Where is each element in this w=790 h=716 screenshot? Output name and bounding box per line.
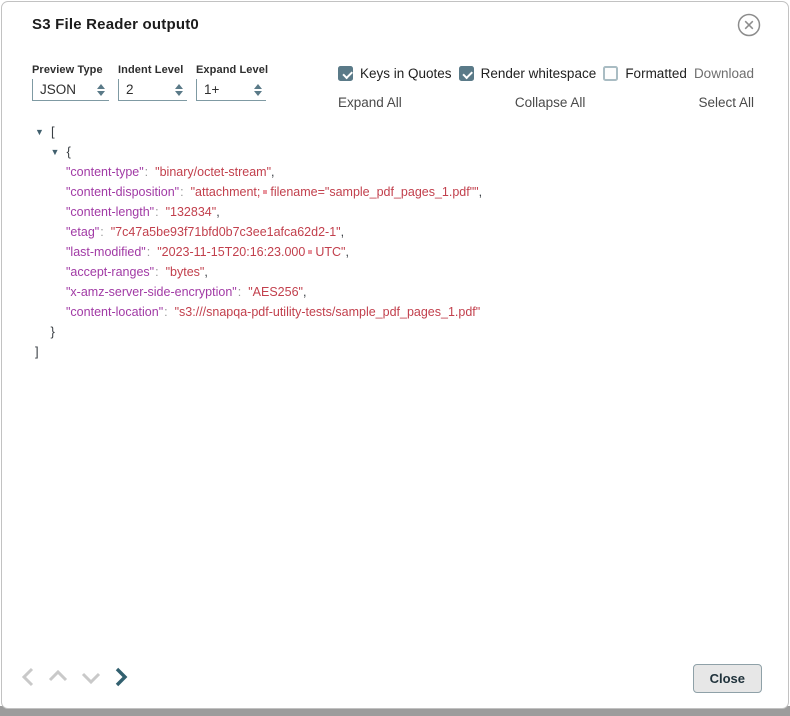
circled-x-icon <box>737 13 761 37</box>
json-value: "binary/octet-stream" <box>155 165 272 179</box>
keys-in-quotes-checkbox[interactable] <box>338 65 353 81</box>
json-colon: : <box>144 165 149 179</box>
preview-type-label: Preview Type <box>32 64 103 76</box>
chevron-up-icon <box>48 669 68 682</box>
render-whitespace-checkbox[interactable] <box>458 65 474 81</box>
close-button[interactable]: Close <box>692 664 762 693</box>
json-comma: , <box>271 165 275 179</box>
json-colon: : <box>100 225 104 239</box>
spinner-arrows-icon[interactable] <box>254 83 262 96</box>
json-key: "x-amz-server-side-encryption" <box>66 285 237 299</box>
collapse-all-link[interactable]: Collapse All <box>515 95 586 110</box>
json-comma: , <box>345 245 349 259</box>
preview-controls: Preview Type JSON Indent Level 2 Expand … <box>32 64 268 101</box>
json-line: "content-type": "binary/octet-stream", <box>2 162 782 182</box>
json-bracket: [ <box>51 124 55 139</box>
expand-toggle-icon[interactable]: ▼ <box>51 142 67 162</box>
json-line: ▼[ <box>2 122 782 142</box>
json-key: "etag" <box>66 225 100 239</box>
json-line: ] <box>2 342 782 362</box>
json-key: "content-disposition" <box>66 185 180 199</box>
download-link[interactable]: Download <box>694 66 754 81</box>
options-panel: Keys in Quotes Render whitespace Formatt… <box>338 64 754 110</box>
formatted-label: Formatted <box>625 65 687 81</box>
spinner-arrows-icon[interactable] <box>175 83 183 96</box>
json-line: "accept-ranges": "bytes", <box>2 262 782 282</box>
json-line: "x-amz-server-side-encryption": "AES256", <box>2 282 782 302</box>
expand-level-group: Expand Level 1+ <box>196 64 268 101</box>
json-key: "accept-ranges" <box>66 265 155 279</box>
expand-level-value: 1+ <box>204 82 220 97</box>
spinner-arrows-icon[interactable] <box>97 83 105 96</box>
json-tree: ▼[▼{"content-type": "binary/octet-stream"… <box>2 122 782 362</box>
preview-type-select[interactable]: JSON <box>32 79 109 101</box>
json-value: "s3:///snapqa-pdf-utility-tests/sample_p… <box>174 305 481 319</box>
json-key: "last-modified" <box>66 245 146 259</box>
json-value: "132834" <box>165 205 217 219</box>
json-value: "2023-11-15T20:16:23.000 UTC" <box>157 245 346 259</box>
close-icon[interactable] <box>736 12 762 38</box>
json-line: } <box>2 322 782 342</box>
json-bracket: { <box>66 144 71 159</box>
indent-level-group: Indent Level 2 <box>118 64 187 101</box>
expand-all-link[interactable]: Expand All <box>338 95 402 110</box>
json-comma: , <box>204 265 208 279</box>
json-comma: , <box>216 205 220 219</box>
whitespace-marker <box>263 190 268 194</box>
indent-level-value: 2 <box>126 82 134 97</box>
dialog-title: S3 File Reader output0 <box>32 16 199 33</box>
s3-file-reader-dialog: S3 File Reader output0 Preview Type JSON… <box>1 1 789 709</box>
formatted-checkbox[interactable] <box>603 65 619 81</box>
keys-in-quotes-option[interactable]: Keys in Quotes <box>338 65 452 81</box>
chevron-left-icon <box>21 667 34 687</box>
json-comma: , <box>302 285 307 299</box>
json-bracket: ] <box>35 344 39 359</box>
json-colon: : <box>146 245 151 259</box>
json-key: "content-length" <box>66 205 155 219</box>
indent-level-label: Indent Level <box>118 64 184 76</box>
scroll-down-button[interactable] <box>78 664 104 690</box>
expand-level-label: Expand Level <box>196 64 269 76</box>
scroll-up-button[interactable] <box>45 664 71 690</box>
json-line: ▼{ <box>2 142 782 162</box>
json-line: "content-disposition": "attachment; filena… <box>2 182 782 202</box>
json-colon: : <box>155 265 159 279</box>
json-key: "content-type" <box>66 165 144 179</box>
render-whitespace-label: Render whitespace <box>480 65 597 81</box>
preview-type-value: JSON <box>40 82 77 97</box>
chevron-right-icon <box>115 667 128 687</box>
json-line: "content-location": "s3:///snapqa-pdf-uti… <box>2 302 782 322</box>
json-line: "etag": "7c47a5be93f71bfd0b7c3ee1afca62d2… <box>2 222 782 242</box>
indent-level-select[interactable]: 2 <box>118 79 187 101</box>
json-value: "7c47a5be93f71bfd0b7c3ee1afca62d2-1" <box>110 225 341 239</box>
json-value: "attachment; filename="sample_pdf_pages_1… <box>190 185 479 199</box>
json-line: "last-modified": "2023-11-15T20:16:23.000… <box>2 242 782 262</box>
json-colon: : <box>164 305 168 319</box>
json-value: "bytes" <box>165 265 205 279</box>
render-whitespace-option[interactable]: Render whitespace <box>458 65 597 81</box>
expand-level-select[interactable]: 1+ <box>196 79 266 101</box>
json-colon: : <box>155 205 159 219</box>
json-colon: : <box>180 185 184 199</box>
select-all-link[interactable]: Select All <box>698 95 754 110</box>
keys-in-quotes-label: Keys in Quotes <box>360 65 452 81</box>
json-bracket: } <box>50 324 55 339</box>
json-comma: , <box>340 225 345 239</box>
next-output-button[interactable] <box>111 664 131 690</box>
preview-type-group: Preview Type JSON <box>32 64 109 101</box>
json-colon: : <box>237 285 242 299</box>
prev-output-button[interactable] <box>18 664 38 690</box>
pagination-controls <box>18 664 131 690</box>
whitespace-marker <box>308 250 313 254</box>
expand-toggle-icon[interactable]: ▼ <box>35 122 51 142</box>
json-comma: , <box>478 185 483 199</box>
json-line: "content-length": "132834", <box>2 202 782 222</box>
chevron-down-icon <box>81 672 101 685</box>
json-value: "AES256" <box>248 285 303 299</box>
json-key: "content-location" <box>66 305 164 319</box>
formatted-option[interactable]: Formatted <box>603 65 687 81</box>
